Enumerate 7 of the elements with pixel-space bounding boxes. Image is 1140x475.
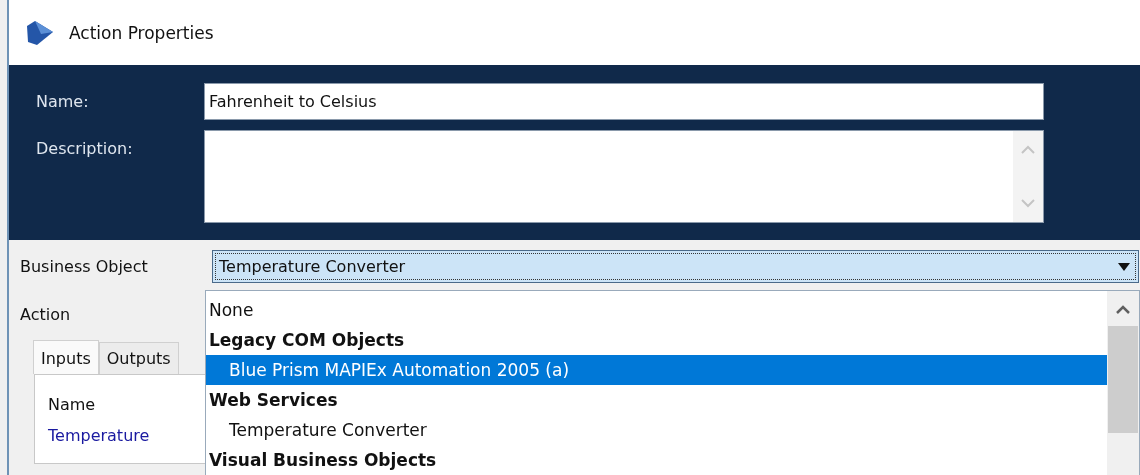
field-label: Business Object (20, 257, 149, 276)
field-label: Name: (36, 91, 90, 113)
column-header: Name (48, 395, 96, 414)
field-label: Action (20, 305, 71, 324)
window-title: Action Properties (69, 22, 214, 43)
table-cell: Temperature (48, 426, 150, 445)
field-label: Description: (36, 138, 134, 160)
